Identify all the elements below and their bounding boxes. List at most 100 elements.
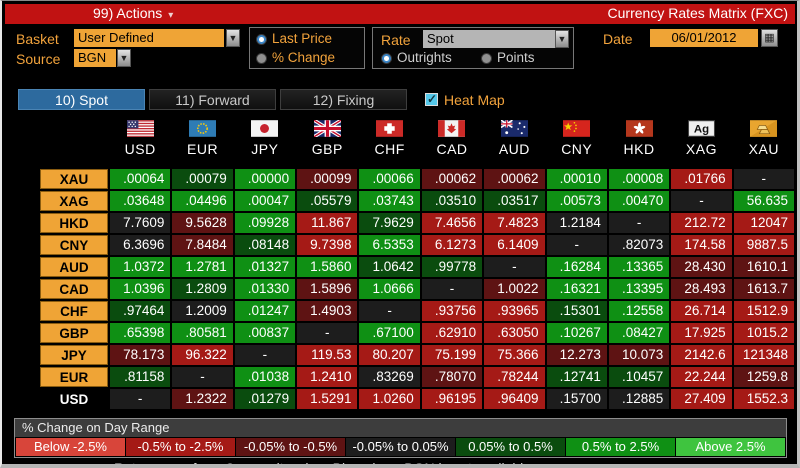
cell-hkd-chf[interactable]: 7.9629 (359, 213, 419, 233)
column-header-cny[interactable]: CNY (547, 117, 607, 167)
cell-usd-eur[interactable]: 1.2322 (172, 389, 232, 409)
row-header-aud[interactable]: AUD (40, 257, 108, 277)
cell-cad-jpy[interactable]: .01330 (235, 279, 295, 299)
cell-eur-hkd[interactable]: .10457 (609, 367, 669, 387)
cell-eur-chf[interactable]: .83269 (359, 367, 419, 387)
basket-dropdown-arrow-icon[interactable] (226, 29, 240, 47)
cell-xau-aud[interactable]: .00062 (484, 169, 544, 189)
cell-usd-cad[interactable]: .96195 (422, 389, 482, 409)
cell-chf-cny[interactable]: .15301 (547, 301, 607, 321)
cell-jpy-xag[interactable]: 2142.6 (671, 345, 731, 365)
cell-usd-chf[interactable]: 1.0260 (359, 389, 419, 409)
cell-cny-xau[interactable]: 9887.5 (734, 235, 794, 255)
cell-xag-gbp[interactable]: .05579 (297, 191, 357, 211)
cell-chf-aud[interactable]: .93965 (484, 301, 544, 321)
cell-aud-cad[interactable]: .99778 (422, 257, 482, 277)
cell-usd-cny[interactable]: .15700 (547, 389, 607, 409)
cell-jpy-eur[interactable]: 96.322 (172, 345, 232, 365)
cell-jpy-gbp[interactable]: 119.53 (297, 345, 357, 365)
cell-gbp-xau[interactable]: 1015.2 (734, 323, 794, 343)
cell-usd-xag[interactable]: 27.409 (671, 389, 731, 409)
heat-map-checkbox[interactable] (425, 93, 438, 106)
row-header-chf[interactable]: CHF (40, 301, 108, 321)
cell-eur-cad[interactable]: .78070 (422, 367, 482, 387)
basket-dropdown[interactable]: User Defined (74, 29, 224, 47)
cell-chf-xag[interactable]: 26.714 (671, 301, 731, 321)
row-header-gbp[interactable]: GBP (40, 323, 108, 343)
cell-aud-cny[interactable]: .16284 (547, 257, 607, 277)
cell-xag-hkd[interactable]: .00470 (609, 191, 669, 211)
cell-cad-usd[interactable]: 1.0396 (110, 279, 170, 299)
rate-dropdown-arrow-icon[interactable] (555, 30, 569, 48)
cell-chf-chf[interactable]: - (359, 301, 419, 321)
rate-dropdown[interactable]: Spot (423, 30, 555, 48)
source-dropdown-arrow-icon[interactable] (117, 49, 131, 67)
cell-gbp-aud[interactable]: .63050 (484, 323, 544, 343)
cell-usd-jpy[interactable]: .01279 (235, 389, 295, 409)
cell-hkd-xag[interactable]: 212.72 (671, 213, 731, 233)
row-header-cny[interactable]: CNY (40, 235, 108, 255)
cell-jpy-cny[interactable]: 12.273 (547, 345, 607, 365)
heat-map-toggle[interactable]: Heat Map (425, 92, 505, 108)
cell-gbp-usd[interactable]: .65398 (110, 323, 170, 343)
column-header-jpy[interactable]: JPY (235, 117, 295, 167)
cell-xau-hkd[interactable]: .00008 (609, 169, 669, 189)
cell-cny-eur[interactable]: 7.8484 (172, 235, 232, 255)
cell-aud-chf[interactable]: 1.0642 (359, 257, 419, 277)
cell-hkd-cny[interactable]: 1.2184 (547, 213, 607, 233)
cell-eur-jpy[interactable]: .01038 (235, 367, 295, 387)
cell-eur-cny[interactable]: .12741 (547, 367, 607, 387)
cell-cny-aud[interactable]: 6.1409 (484, 235, 544, 255)
cell-xag-cad[interactable]: .03510 (422, 191, 482, 211)
cell-xag-cny[interactable]: .00573 (547, 191, 607, 211)
cell-hkd-eur[interactable]: 9.5628 (172, 213, 232, 233)
cell-xau-eur[interactable]: .00079 (172, 169, 232, 189)
cell-cad-aud[interactable]: 1.0022 (484, 279, 544, 299)
row-header-jpy[interactable]: JPY (40, 345, 108, 365)
column-header-chf[interactable]: CHF (359, 117, 419, 167)
cell-usd-gbp[interactable]: 1.5291 (297, 389, 357, 409)
cell-xag-aud[interactable]: .03517 (484, 191, 544, 211)
row-header-cad[interactable]: CAD (40, 279, 108, 299)
tab-spot[interactable]: 10) Spot (18, 89, 145, 110)
column-header-aud[interactable]: AUD (484, 117, 544, 167)
cell-hkd-hkd[interactable]: - (609, 213, 669, 233)
cell-jpy-aud[interactable]: 75.366 (484, 345, 544, 365)
radio-pct-change[interactable]: % Change (256, 51, 335, 65)
cell-cad-xag[interactable]: 28.493 (671, 279, 731, 299)
cell-aud-xau[interactable]: 1610.1 (734, 257, 794, 277)
cell-chf-gbp[interactable]: 1.4903 (297, 301, 357, 321)
cell-gbp-xag[interactable]: 17.925 (671, 323, 731, 343)
cell-xau-cny[interactable]: .00010 (547, 169, 607, 189)
cell-cny-usd[interactable]: 6.3696 (110, 235, 170, 255)
cell-jpy-jpy[interactable]: - (235, 345, 295, 365)
cell-gbp-cad[interactable]: .62910 (422, 323, 482, 343)
cell-jpy-xau[interactable]: 121348 (734, 345, 794, 365)
cell-gbp-gbp[interactable]: - (297, 323, 357, 343)
column-header-cad[interactable]: CAD (422, 117, 482, 167)
cell-hkd-cad[interactable]: 7.4656 (422, 213, 482, 233)
cell-xag-xau[interactable]: 56.635 (734, 191, 794, 211)
cell-chf-cad[interactable]: .93756 (422, 301, 482, 321)
cell-usd-xau[interactable]: 1552.3 (734, 389, 794, 409)
cell-usd-aud[interactable]: .96409 (484, 389, 544, 409)
radio-outrights[interactable]: Outrights (381, 51, 452, 65)
cell-chf-usd[interactable]: .97464 (110, 301, 170, 321)
cell-xag-eur[interactable]: .04496 (172, 191, 232, 211)
actions-menu-button[interactable]: 99) Actions▾ (93, 5, 173, 21)
cell-eur-xau[interactable]: 1259.8 (734, 367, 794, 387)
cell-xag-usd[interactable]: .03648 (110, 191, 170, 211)
cell-hkd-xau[interactable]: 12047 (734, 213, 794, 233)
cell-chf-xau[interactable]: 1512.9 (734, 301, 794, 321)
row-header-eur[interactable]: EUR (40, 367, 108, 387)
cell-aud-xag[interactable]: 28.430 (671, 257, 731, 277)
cell-cny-cad[interactable]: 6.1273 (422, 235, 482, 255)
cell-eur-gbp[interactable]: 1.2410 (297, 367, 357, 387)
cell-hkd-usd[interactable]: 7.7609 (110, 213, 170, 233)
cell-cad-cny[interactable]: .16321 (547, 279, 607, 299)
cell-cny-cny[interactable]: - (547, 235, 607, 255)
column-header-eur[interactable]: EUR (172, 117, 232, 167)
cell-cad-xau[interactable]: 1613.7 (734, 279, 794, 299)
cell-hkd-jpy[interactable]: .09928 (235, 213, 295, 233)
cell-jpy-cad[interactable]: 75.199 (422, 345, 482, 365)
